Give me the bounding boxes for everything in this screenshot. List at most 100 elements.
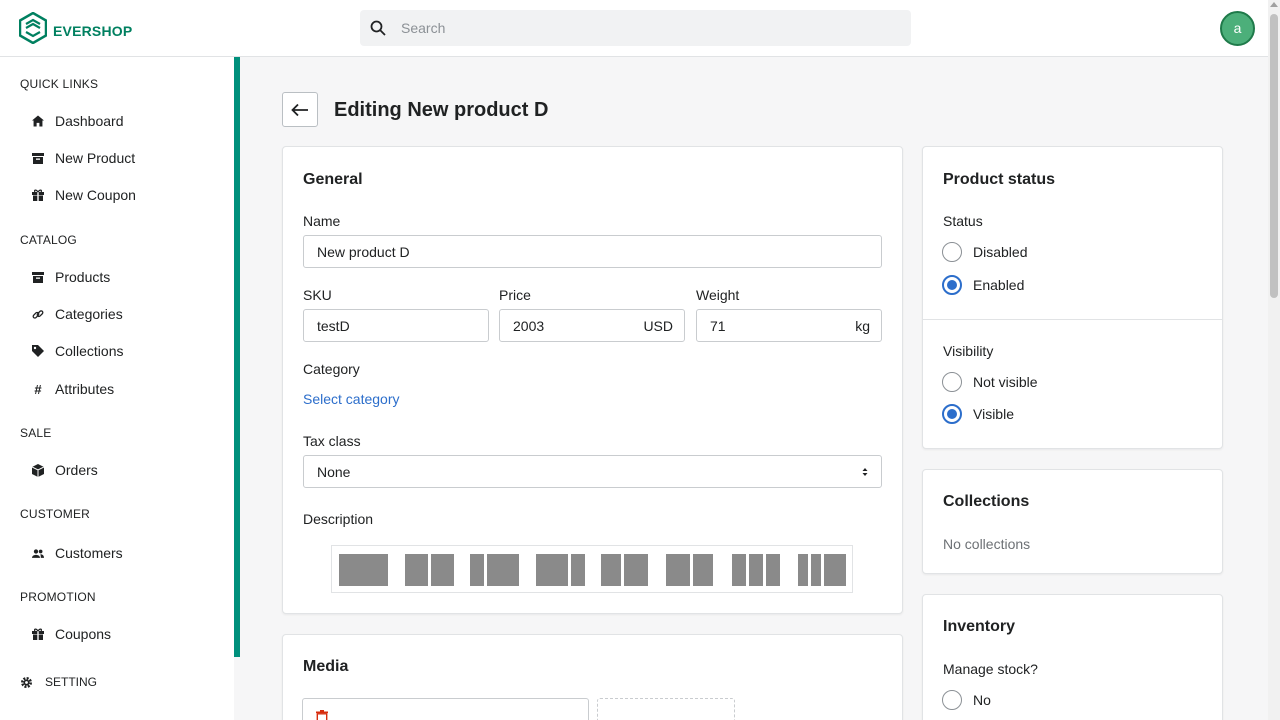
one-two-column-block-tool[interactable] [470,554,519,586]
gift-icon [32,628,44,640]
weight-field[interactable]: kg [696,309,882,342]
search-icon [370,20,386,36]
section-catalog: CATALOG [20,233,77,247]
tag-icon [32,345,44,357]
sidebar-item-label: New Product [55,150,136,166]
visibility-label: Visibility [943,343,994,359]
name-input[interactable] [317,236,779,267]
manage-stock-no-option[interactable]: No [942,690,991,710]
sidebar-item-label: Orders [55,462,98,478]
collections-title: Collections [943,493,1030,510]
section-promotion: PROMOTION [20,590,96,604]
select-arrows-icon [862,468,868,476]
logo[interactable]: EVERSHOP [19,12,132,44]
general-card [282,146,903,614]
home-icon [32,115,44,127]
weight-input[interactable] [710,310,839,341]
status-disabled-option[interactable]: Disabled [942,242,1027,262]
status-enabled-radio[interactable] [942,275,962,295]
sidebar-item-label: Attributes [55,381,115,397]
scroll-up-arrow-icon[interactable] [1270,2,1278,7]
select-category-link[interactable]: Select category [303,391,400,407]
two-column-block-tool[interactable] [405,554,454,586]
three-column-block-tool[interactable] [732,554,780,586]
radio-label: Not visible [973,374,1038,390]
sidebar-item-label: New Coupon [55,187,136,203]
sidebar-item-orders[interactable]: Orders [32,458,98,482]
category-label: Category [303,361,360,377]
name-label: Name [303,213,341,229]
search-bar[interactable] [360,10,911,46]
price-input[interactable] [513,310,624,341]
description-label: Description [303,511,374,527]
sidebar-item-setting[interactable]: SETTING [20,672,97,692]
status-label: Status [943,213,983,229]
inventory-title: Inventory [943,618,1016,635]
top-bar: EVERSHOP a [0,0,1268,57]
sidebar-item-label: Categories [55,306,123,322]
sidebar-item-label: Customers [55,545,123,561]
product-status-title: Product status [943,171,1056,188]
card-divider [923,319,1222,320]
section-quick-links: QUICK LINKS [20,77,99,91]
radio-label: Enabled [973,277,1025,293]
narrow-wide-column-block-tool[interactable] [601,554,648,586]
tax-class-select[interactable]: None [303,455,882,488]
price-currency: USD [643,318,673,334]
media-upload-dropzone[interactable] [597,698,735,720]
avatar[interactable]: a [1220,11,1255,46]
cube-icon [32,463,44,477]
sidebar-item-attributes[interactable]: # Attributes [32,377,114,401]
sidebar-item-products[interactable]: Products [32,265,110,289]
weight-unit: kg [855,318,870,334]
section-sale: SALE [20,426,52,440]
sku-label: SKU [303,287,332,303]
wide-narrow-column-block-tool[interactable] [666,554,713,586]
arrow-left-icon [291,103,308,116]
page-title: Editing New product D [334,99,549,121]
no-collections-text: No collections [943,536,1031,552]
price-field[interactable]: USD [499,309,685,342]
status-enabled-option[interactable]: Enabled [942,275,1024,295]
visible-radio[interactable] [942,404,962,424]
gear-icon [21,676,32,688]
sidebar-accent-bar [234,57,240,657]
sidebar-item-new-product[interactable]: New Product [32,146,135,170]
sidebar-item-customers[interactable]: Customers [32,541,123,565]
gift-icon [32,189,44,201]
three-column-alt-block-tool[interactable] [798,554,846,586]
radio-label: No [973,692,991,708]
general-title: General [303,171,363,188]
search-input[interactable] [401,10,901,46]
back-button[interactable] [282,92,318,127]
sidebar-item-categories[interactable]: Categories [32,302,123,326]
visibility-not-visible-option[interactable]: Not visible [942,372,1038,392]
radio-label: Visible [973,406,1014,422]
manage-stock-no-radio[interactable] [942,690,962,710]
sidebar-item-coupons[interactable]: Coupons [32,622,111,646]
not-visible-radio[interactable] [942,372,962,392]
sidebar-item-new-coupon[interactable]: New Coupon [32,183,136,207]
sku-field[interactable] [303,309,489,342]
sidebar-item-dashboard[interactable]: Dashboard [32,109,124,133]
description-editor-toolbar [331,545,853,593]
name-field[interactable] [303,235,882,268]
media-image-slot[interactable] [302,698,589,720]
heading-block-tool[interactable] [339,554,388,586]
two-one-column-block-tool[interactable] [536,554,585,586]
trash-icon[interactable] [316,710,328,720]
sidebar-item-collections[interactable]: Collections [32,339,123,363]
archive-icon [32,152,44,164]
status-disabled-radio[interactable] [942,242,962,262]
manage-stock-label: Manage stock? [943,661,1038,677]
sidebar-item-label: Products [55,269,111,285]
hash-icon: # [34,381,42,397]
tax-class-label: Tax class [303,433,361,449]
sku-input[interactable] [317,310,465,341]
tax-class-value: None [317,464,351,480]
collections-card [922,469,1223,574]
scrollbar-thumb[interactable] [1270,14,1278,298]
sidebar-item-label: SETTING [45,675,98,689]
sidebar-item-label: Coupons [55,626,112,642]
visibility-visible-option[interactable]: Visible [942,404,1014,424]
